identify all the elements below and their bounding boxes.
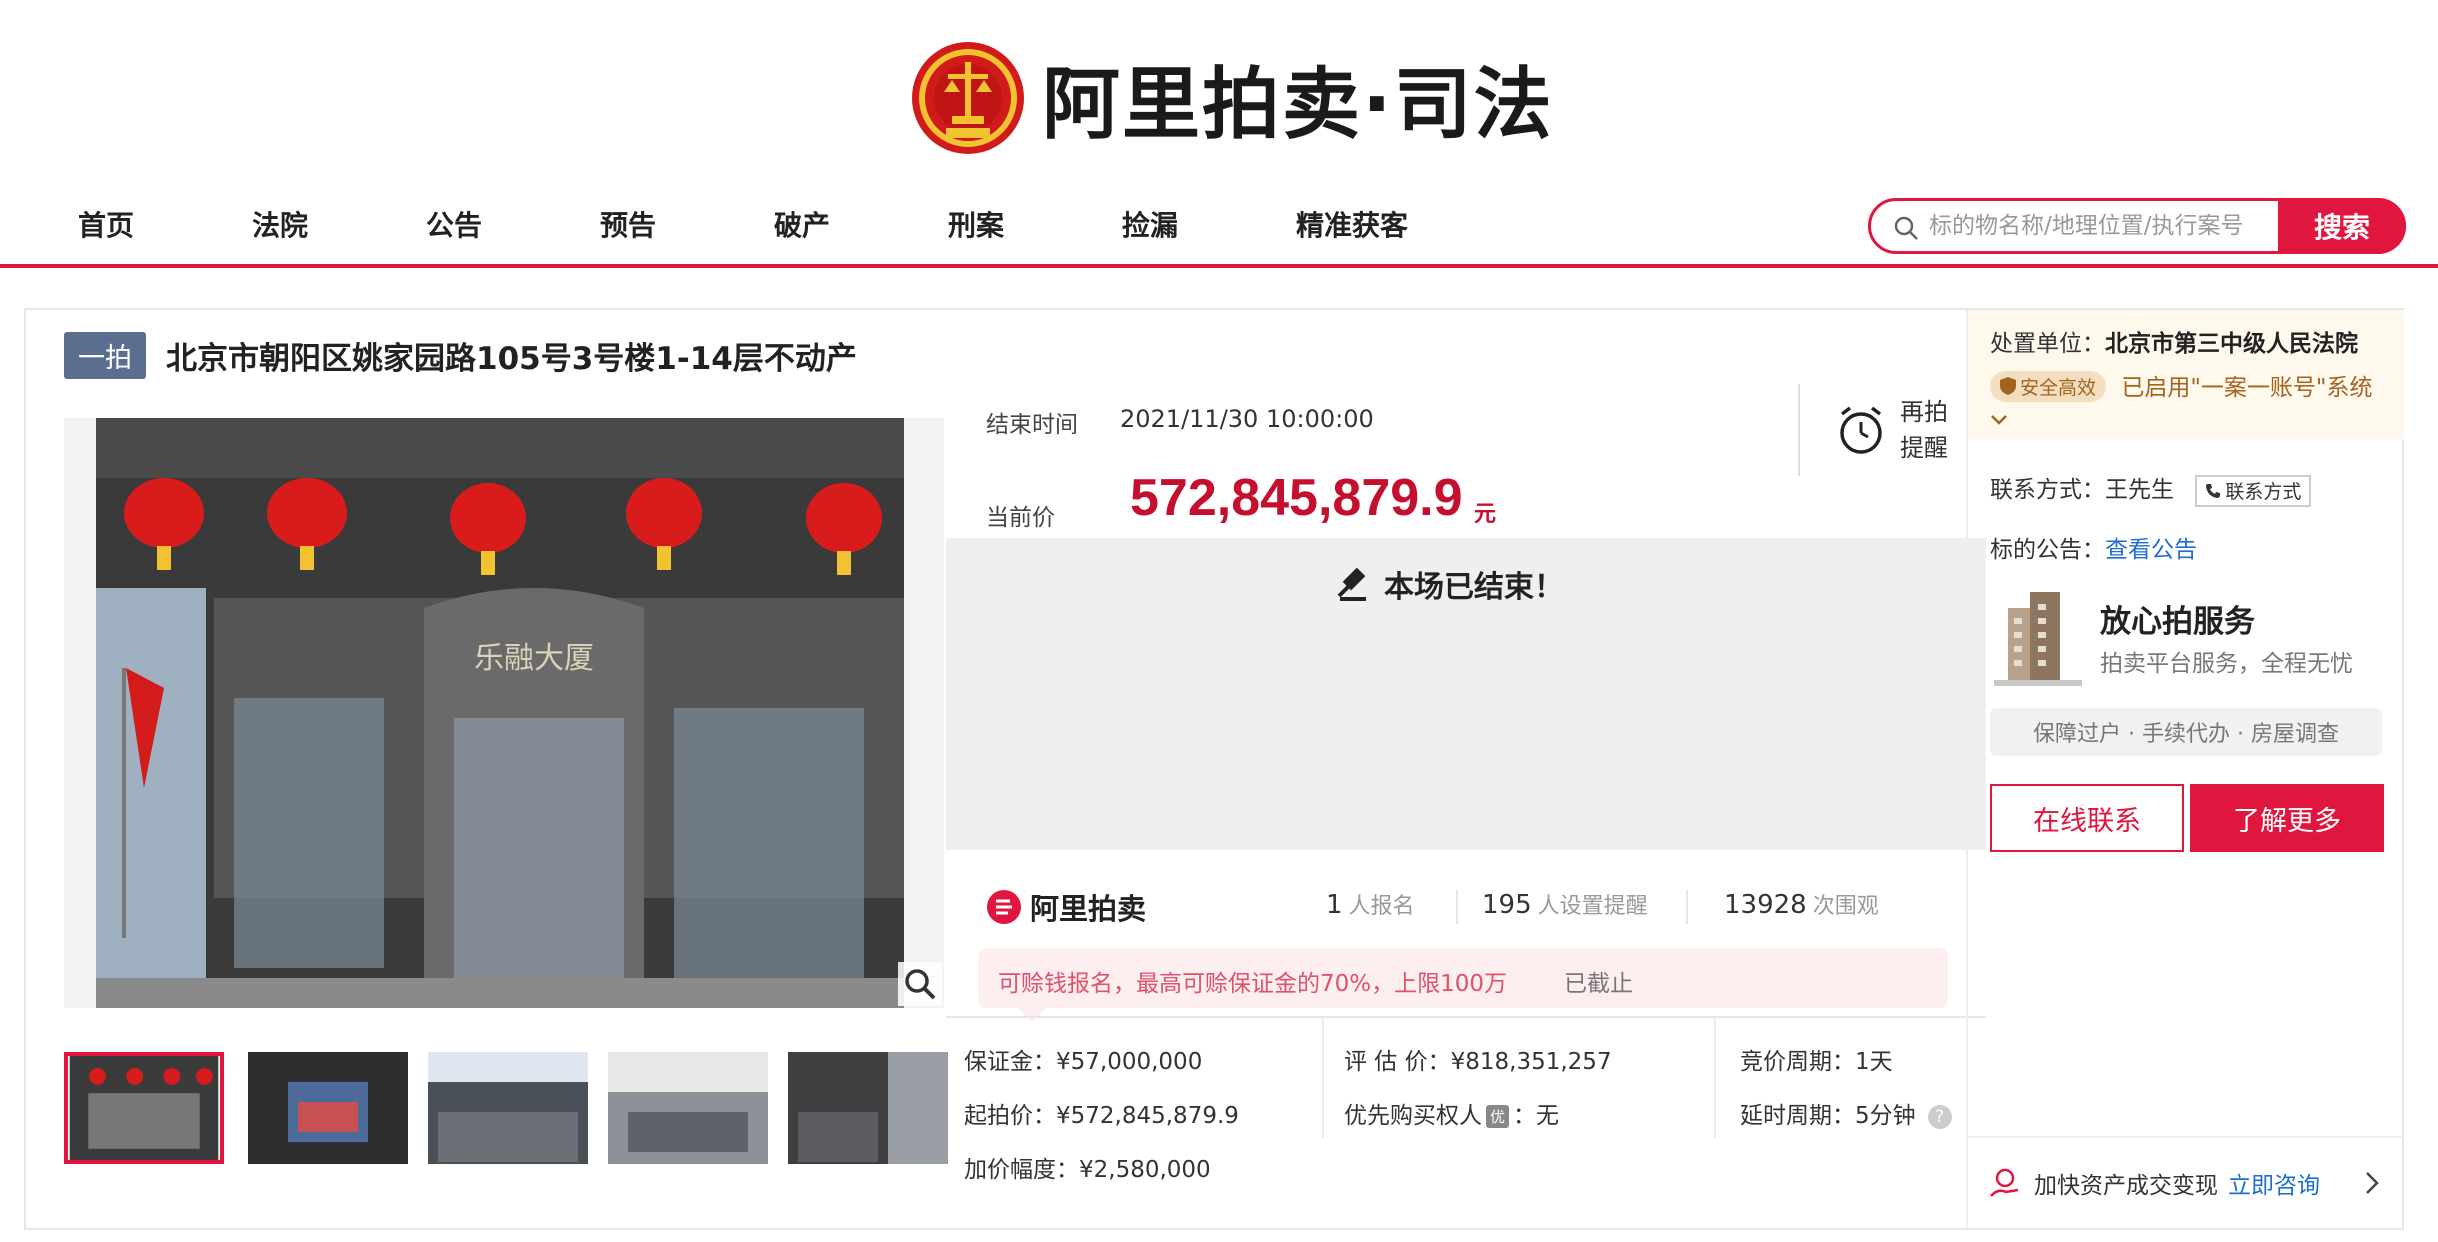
priority-tag: 优	[1486, 1105, 1510, 1128]
zoom-icon[interactable]	[898, 962, 942, 1006]
end-time-label: 结束时间	[986, 412, 1078, 438]
online-contact-button[interactable]: 在线联系	[1990, 784, 2184, 852]
phone-icon	[2206, 483, 2221, 498]
disposal-unit-value[interactable]: 北京市第三中级人民法院	[2105, 331, 2358, 357]
current-price-unit: 元	[1474, 502, 1497, 527]
deposit-credit-tip: 可赊钱报名，最高可赊保证金的70%，上限100万 已截止	[978, 948, 1948, 1022]
chevron-right-icon[interactable]	[2364, 1170, 2380, 1196]
asset-hand-icon	[1990, 1168, 2019, 1197]
service-subtitle: 拍卖平台服务，全程无忧	[2100, 651, 2353, 677]
auction-ended-text: 本场已结束！	[1384, 570, 1564, 605]
safe-tag: 安全高效	[1990, 370, 2107, 402]
ali-auction-brand: 阿里拍卖	[986, 886, 1146, 928]
auction-ended-box: 本场已结束！	[946, 538, 1986, 850]
deposit-info: 保证金：¥57,000,000	[964, 1049, 1203, 1075]
delay-cycle-info: 延时周期：5分钟?	[1740, 1096, 1952, 1130]
auction-info-grid: 保证金：¥57,000,000 起拍价：¥572,845,879.9 加价幅度：…	[946, 1016, 1986, 1196]
alarm-clock-icon	[1840, 406, 1882, 454]
auction-card: 一拍 北京市朝阳区姚家园路105号3号楼1-14层不动产 乐融大厦 结束时间 2…	[24, 308, 2404, 1230]
gavel-icon	[1337, 567, 1366, 601]
court-emblem-icon	[912, 42, 1024, 154]
logo-text: 阿里拍卖·司法	[1042, 60, 1554, 150]
contact-button[interactable]: 联系方式	[2195, 474, 2312, 507]
account-system-text: 已启用"一案一账号"系统	[2121, 375, 2373, 401]
current-price-value: 572,845,879.9	[1130, 469, 1463, 527]
service-title: 放心拍服务	[2100, 604, 2255, 640]
building-icon	[1994, 592, 2082, 686]
bid-cycle-info: 竞价周期：1天	[1740, 1049, 1893, 1075]
building-sign: 乐融大厦	[474, 641, 594, 676]
account-system-row: 安全高效 已启用"一案一账号"系统	[1990, 368, 2373, 402]
consult-bar[interactable]: 加快资产成交变现 立即咨询	[1968, 1136, 2404, 1228]
contact-row: 联系方式：王先生 联系方式	[1990, 470, 2312, 507]
view-notice-link[interactable]: 查看公告	[2105, 537, 2197, 563]
priority-buyer-info: 优先购买权人优：无	[1344, 1103, 1560, 1129]
divider	[1686, 890, 1688, 924]
building-photo: 乐融大厦	[64, 418, 944, 1008]
divider	[1456, 890, 1458, 924]
stats-row: 阿里拍卖 1 人报名 195 人设置提醒 13928 次围观	[986, 880, 1966, 930]
nav-item-criminal[interactable]: 刑案	[948, 204, 1004, 244]
deposit-credit-status: 已截止	[1564, 971, 1633, 997]
thumbnail-5[interactable]	[788, 1052, 948, 1164]
deposit-credit-text: 可赊钱报名，最高可赊保证金的70%，上限100万	[998, 971, 1508, 997]
thumbnail-3[interactable]	[428, 1052, 588, 1164]
title-row: 一拍 北京市朝阳区姚家园路105号3号楼1-14层不动产	[64, 332, 857, 379]
appraisal-info: 评 估 价：¥818,351,257	[1344, 1049, 1612, 1075]
item-title: 北京市朝阳区姚家园路105号3号楼1-14层不动产	[166, 341, 857, 377]
nav-item-court[interactable]: 法院	[252, 204, 308, 244]
contact-name: 王先生	[2105, 477, 2174, 503]
nav-item-bankruptcy[interactable]: 破产	[774, 204, 830, 244]
consult-text: 加快资产成交变现	[2034, 1173, 2218, 1199]
nav-item-notice[interactable]: 公告	[426, 204, 482, 244]
search-box: 搜索	[1868, 198, 2406, 254]
nav-item-bargain[interactable]: 捡漏	[1122, 204, 1178, 244]
chevron-down-icon[interactable]	[1990, 414, 2008, 426]
learn-more-button[interactable]: 了解更多	[2190, 784, 2384, 852]
round-badge: 一拍	[64, 332, 146, 379]
search-icon	[1894, 216, 1918, 240]
ali-auction-brand-text: 阿里拍卖	[1030, 892, 1147, 926]
remind-stat: 195 人设置提醒	[1482, 890, 1648, 920]
thumbnail-1[interactable]	[64, 1052, 224, 1164]
re-auction-remind-button[interactable]: 再拍 提醒	[1836, 394, 1948, 466]
right-sidebar: 处置单位：北京市第三中级人民法院 安全高效 已启用"一案一账号"系统 联系方式：…	[1966, 310, 2404, 1228]
main-image[interactable]: 乐融大厦	[64, 418, 944, 1008]
search-button[interactable]: 搜索	[2278, 198, 2406, 254]
signup-stat: 1 人报名	[1326, 890, 1415, 920]
service-features: 保障过户 · 手续代办 · 房屋调查	[1990, 708, 2382, 756]
divider	[1798, 384, 1800, 476]
court-info-box: 处置单位：北京市第三中级人民法院 安全高效 已启用"一案一账号"系统	[1968, 310, 2404, 440]
search-input[interactable]	[1929, 210, 2289, 242]
consult-link[interactable]: 立即咨询	[2228, 1173, 2320, 1199]
help-icon[interactable]: ?	[1927, 1104, 1952, 1129]
thumbnail-strip	[64, 1052, 964, 1166]
disposal-unit: 处置单位：北京市第三中级人民法院	[1990, 331, 2358, 357]
end-time-value: 2021/11/30 10:00:00	[1120, 405, 1374, 433]
site-logo[interactable]: 阿里拍卖·司法	[910, 38, 1554, 158]
shield-icon	[2000, 377, 2016, 395]
current-price-label: 当前价	[986, 505, 1055, 531]
nav-item-precise[interactable]: 精准获客	[1296, 204, 1408, 244]
thumbnail-2[interactable]	[248, 1052, 408, 1164]
increment-info: 加价幅度：¥2,580,000	[964, 1157, 1211, 1183]
divider	[1714, 1018, 1716, 1138]
remind-label-line2: 提醒	[1900, 434, 1948, 462]
notice-row: 标的公告：查看公告	[1990, 537, 2197, 563]
thumbnail-4[interactable]	[608, 1052, 768, 1164]
divider	[1322, 1018, 1324, 1138]
start-price-info: 起拍价：¥572,845,879.9	[964, 1103, 1239, 1129]
nav-item-home[interactable]: 首页	[78, 204, 134, 244]
view-stat: 13928 次围观	[1724, 890, 1879, 920]
ali-auction-logo-icon	[987, 890, 1021, 924]
remind-label-line1: 再拍	[1900, 398, 1948, 426]
main-nav: 首页 法院 公告 预告 破产 刑案 捡漏 精准获客 搜索	[0, 192, 2438, 268]
nav-item-preview[interactable]: 预告	[600, 204, 656, 244]
